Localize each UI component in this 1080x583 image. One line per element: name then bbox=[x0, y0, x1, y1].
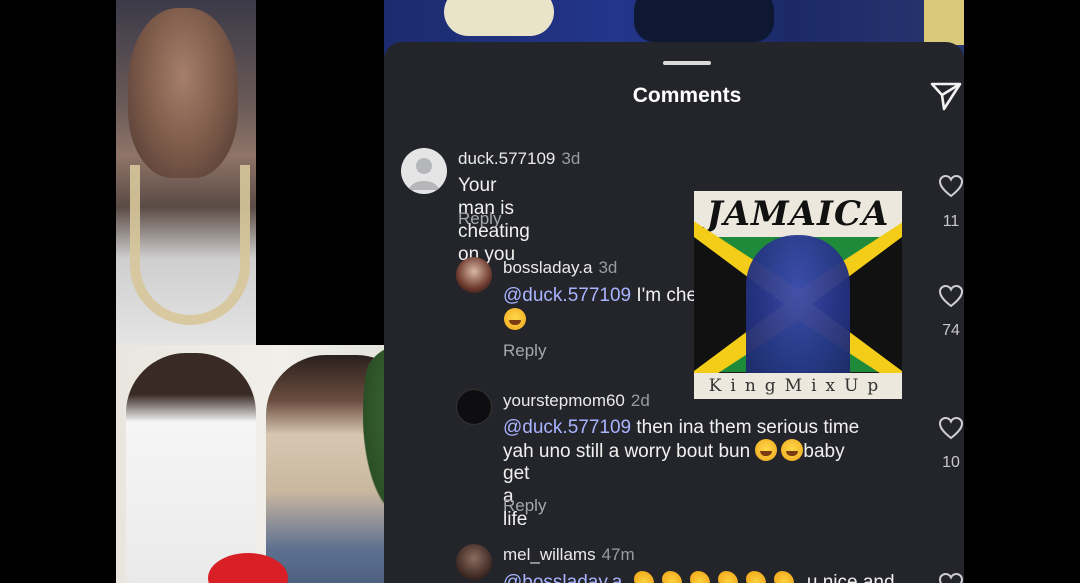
clapping-hands-emoji bbox=[717, 571, 738, 583]
mention-link[interactable]: @duck.577109 bbox=[503, 417, 631, 438]
heart-icon[interactable] bbox=[936, 174, 964, 203]
clapping-hands-emoji bbox=[773, 571, 794, 583]
avatar-default[interactable] bbox=[401, 148, 447, 194]
joy-emoji bbox=[755, 439, 778, 461]
portrait-chain bbox=[130, 165, 250, 325]
paper-plane-icon[interactable] bbox=[929, 80, 963, 112]
avatar-user-photo[interactable] bbox=[456, 257, 492, 293]
clapping-hands-emoji bbox=[633, 571, 654, 583]
portrait-face bbox=[128, 8, 238, 178]
heart-icon[interactable] bbox=[936, 416, 964, 445]
comment-username[interactable]: duck.577109 3d bbox=[458, 149, 580, 169]
clapping-hands-emoji bbox=[661, 571, 682, 583]
comment-username[interactable]: bossladay.a 3d bbox=[503, 258, 617, 278]
comment-text: @bossladay.a u nice and bbox=[503, 571, 895, 583]
logo-title: JAMAICA bbox=[706, 194, 890, 234]
heart-icon[interactable] bbox=[936, 572, 964, 583]
mention-link[interactable]: @bossladay.a bbox=[503, 572, 622, 583]
logo-subtitle: KingMixUp bbox=[708, 376, 888, 396]
like-count: 10 bbox=[942, 454, 960, 471]
family-woman-with-baby bbox=[126, 353, 256, 583]
like-count: 74 bbox=[942, 322, 960, 339]
clapping-hands-emoji bbox=[689, 571, 710, 583]
comment-username[interactable]: mel_willams 47m bbox=[503, 545, 635, 565]
heart-icon[interactable] bbox=[936, 284, 964, 313]
wink-tongue-emoji bbox=[504, 308, 526, 330]
avatar-user-photo[interactable] bbox=[456, 544, 492, 580]
logo-figure bbox=[746, 235, 850, 385]
like-count: 11 bbox=[942, 213, 960, 230]
comment-username[interactable]: yourstepmom60 2d bbox=[503, 391, 650, 411]
comments-title: Comments bbox=[632, 84, 742, 107]
comment-text: @duck.577109 then ina them serious time bbox=[503, 417, 860, 438]
mention-link[interactable]: @duck.577109 bbox=[503, 285, 631, 306]
reply-button[interactable]: Reply bbox=[503, 341, 546, 361]
reply-button[interactable]: Reply bbox=[458, 209, 501, 229]
background-shape bbox=[444, 0, 554, 36]
comment-time: 3d bbox=[561, 149, 581, 168]
jamaica-logo-watermark: JAMAICA KingMixUp bbox=[694, 191, 902, 399]
comment-time: 47m bbox=[601, 545, 635, 564]
comment-time: 2d bbox=[630, 391, 650, 410]
comment-emoji-line bbox=[504, 308, 526, 332]
background-shape bbox=[634, 0, 774, 42]
background-shape bbox=[924, 0, 964, 45]
drag-handle[interactable] bbox=[663, 61, 711, 65]
reply-button[interactable]: Reply bbox=[503, 496, 546, 516]
avatar-user-photo[interactable] bbox=[456, 389, 492, 425]
comment-time: 3d bbox=[598, 258, 618, 277]
joy-emoji bbox=[781, 439, 804, 461]
photo-man-portrait bbox=[116, 0, 256, 345]
clapping-hands-emoji bbox=[745, 571, 766, 583]
comment-text: yah uno still a worry bout bun baby bbox=[503, 439, 845, 462]
